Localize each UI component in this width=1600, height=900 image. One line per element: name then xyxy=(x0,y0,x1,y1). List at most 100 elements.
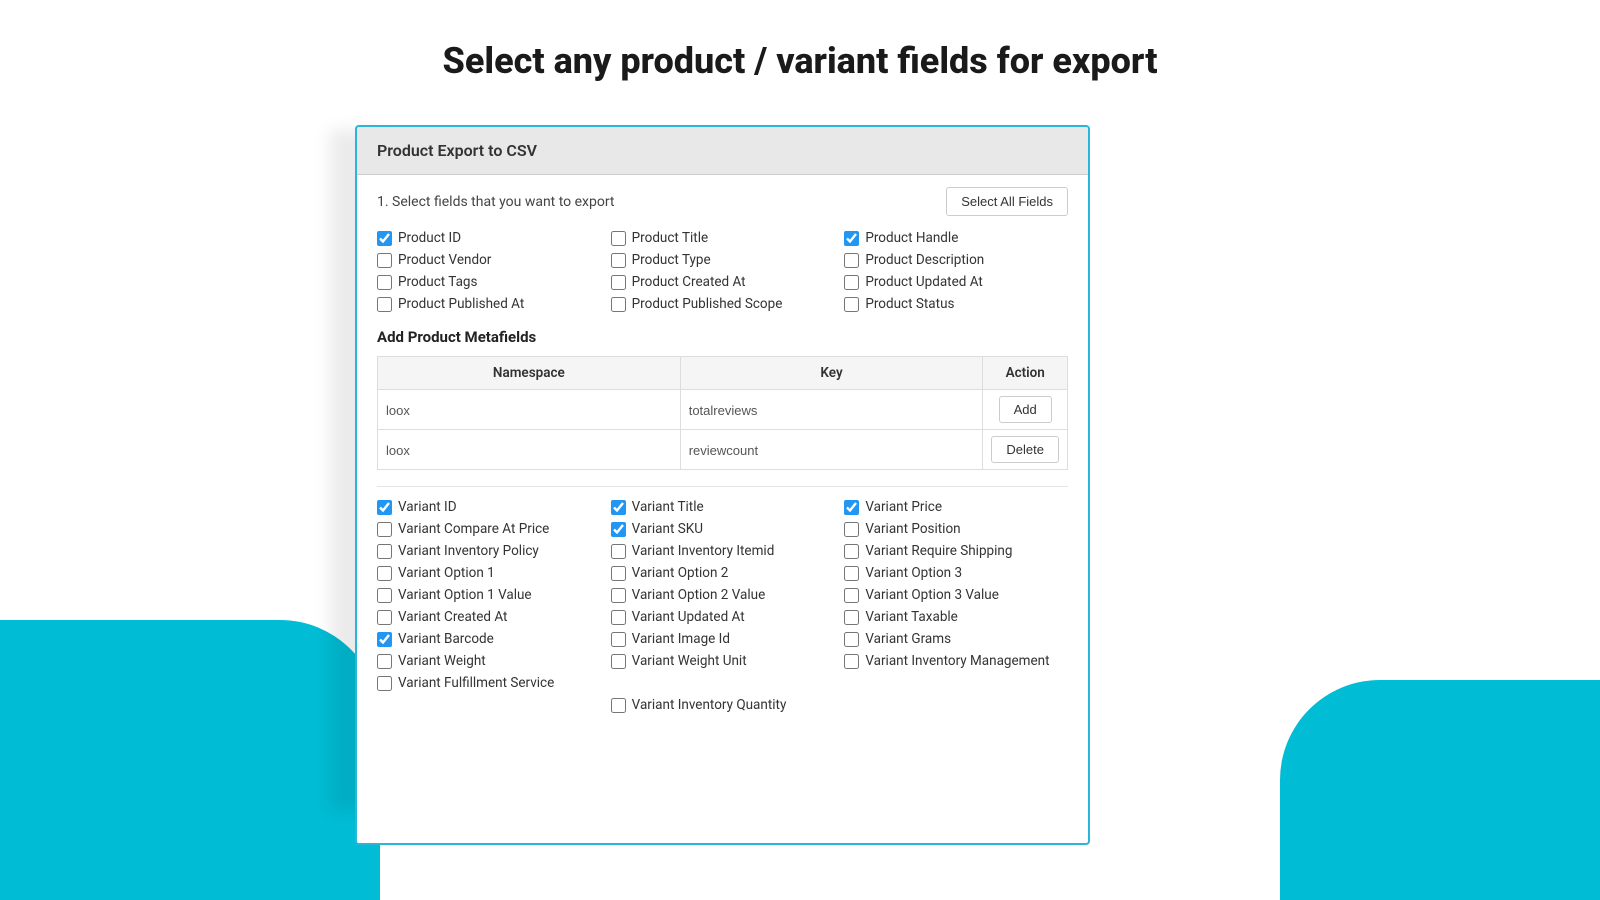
product-field-product_published_at: Product Published At xyxy=(377,296,601,312)
namespace-input-0[interactable] xyxy=(386,403,672,418)
checkbox-variant_barcode[interactable] xyxy=(377,632,392,647)
namespace-input-1[interactable] xyxy=(386,443,672,458)
label-product_vendor: Product Vendor xyxy=(398,252,491,268)
section-label: 1. Select fields that you want to export xyxy=(377,194,615,210)
checkbox-variant_inventory_policy[interactable] xyxy=(377,544,392,559)
checkbox-variant_option1[interactable] xyxy=(377,566,392,581)
checkbox-variant_weight_unit[interactable] xyxy=(611,654,626,669)
add-metafield-button-0[interactable]: Add xyxy=(999,396,1052,423)
label-variant_inventory_management: Variant Inventory Management xyxy=(865,653,1049,669)
checkbox-product_tags[interactable] xyxy=(377,275,392,290)
checkbox-variant_option2_value[interactable] xyxy=(611,588,626,603)
variant-field-variant_sku: Variant SKU xyxy=(611,521,835,537)
checkbox-variant_option1_value[interactable] xyxy=(377,588,392,603)
checkbox-variant_id[interactable] xyxy=(377,500,392,515)
product-field-product_id: Product ID xyxy=(377,230,601,246)
variant-field-variant_inventory_quantity: Variant Inventory Quantity xyxy=(611,697,835,713)
variant-field-variant_compare_at_price: Variant Compare At Price xyxy=(377,521,601,537)
checkbox-product_type[interactable] xyxy=(611,253,626,268)
label-variant_weight: Variant Weight xyxy=(398,653,486,669)
select-all-button[interactable]: Select All Fields xyxy=(946,187,1068,216)
label-variant_option3: Variant Option 3 xyxy=(865,565,962,581)
label-product_tags: Product Tags xyxy=(398,274,477,290)
key-input-0[interactable] xyxy=(689,403,975,418)
label-product_status: Product Status xyxy=(865,296,954,312)
checkbox-product_handle[interactable] xyxy=(844,231,859,246)
checkbox-product_published_at[interactable] xyxy=(377,297,392,312)
checkbox-product_updated_at[interactable] xyxy=(844,275,859,290)
label-variant_weight_unit: Variant Weight Unit xyxy=(632,653,747,669)
variant-field-variant_position: Variant Position xyxy=(844,521,1068,537)
variant-field-variant_id: Variant ID xyxy=(377,499,601,515)
label-variant_created_at: Variant Created At xyxy=(398,609,507,625)
card-body: 1. Select fields that you want to export… xyxy=(357,175,1088,843)
checkbox-variant_created_at[interactable] xyxy=(377,610,392,625)
checkbox-variant_inventory_itemid[interactable] xyxy=(611,544,626,559)
checkbox-product_created_at[interactable] xyxy=(611,275,626,290)
label-variant_inventory_quantity: Variant Inventory Quantity xyxy=(632,697,787,713)
checkbox-variant_fulfillment_service[interactable] xyxy=(377,676,392,691)
label-variant_sku: Variant SKU xyxy=(632,521,703,537)
product-field-product_handle: Product Handle xyxy=(844,230,1068,246)
checkbox-variant_grams[interactable] xyxy=(844,632,859,647)
variant-field-variant_price: Variant Price xyxy=(844,499,1068,515)
variant-field-variant_weight: Variant Weight xyxy=(377,653,601,669)
action-col-header: Action xyxy=(983,357,1068,390)
variant-field-variant_weight_unit: Variant Weight Unit xyxy=(611,653,835,669)
checkbox-variant_taxable[interactable] xyxy=(844,610,859,625)
key-input-1[interactable] xyxy=(689,443,975,458)
checkbox-variant_option2[interactable] xyxy=(611,566,626,581)
label-product_type: Product Type xyxy=(632,252,711,268)
product-field-product_created_at: Product Created At xyxy=(611,274,835,290)
variant-field-variant_inventory_management: Variant Inventory Management xyxy=(844,653,1068,669)
checkbox-variant_inventory_management[interactable] xyxy=(844,654,859,669)
checkbox-variant_weight[interactable] xyxy=(377,654,392,669)
variant-field-variant_created_at: Variant Created At xyxy=(377,609,601,625)
checkbox-variant_position[interactable] xyxy=(844,522,859,537)
variant-field-variant_inventory_policy: Variant Inventory Policy xyxy=(377,543,601,559)
label-product_handle: Product Handle xyxy=(865,230,958,246)
checkbox-variant_compare_at_price[interactable] xyxy=(377,522,392,537)
checkbox-product_published_scope[interactable] xyxy=(611,297,626,312)
product-field-product_published_scope: Product Published Scope xyxy=(611,296,835,312)
label-product_created_at: Product Created At xyxy=(632,274,746,290)
product-field-product_vendor: Product Vendor xyxy=(377,252,601,268)
label-variant_inventory_policy: Variant Inventory Policy xyxy=(398,543,539,559)
product-field-product_tags: Product Tags xyxy=(377,274,601,290)
label-product_description: Product Description xyxy=(865,252,984,268)
delete-metafield-button-1[interactable]: Delete xyxy=(991,436,1059,463)
checkbox-product_id[interactable] xyxy=(377,231,392,246)
variant-field-variant_grams: Variant Grams xyxy=(844,631,1068,647)
checkbox-product_status[interactable] xyxy=(844,297,859,312)
metafield-row-1: Delete xyxy=(378,430,1068,470)
checkbox-variant_inventory_quantity[interactable] xyxy=(611,698,626,713)
checkbox-variant_price[interactable] xyxy=(844,500,859,515)
checkbox-product_description[interactable] xyxy=(844,253,859,268)
variant-field-variant_fulfillment_service: Variant Fulfillment Service xyxy=(377,675,601,691)
checkbox-variant_image_id[interactable] xyxy=(611,632,626,647)
label-variant_price: Variant Price xyxy=(865,499,942,515)
checkbox-variant_option3_value[interactable] xyxy=(844,588,859,603)
checkbox-variant_title[interactable] xyxy=(611,500,626,515)
checkbox-product_title[interactable] xyxy=(611,231,626,246)
label-variant_option1: Variant Option 1 xyxy=(398,565,495,581)
blue-decoration-right xyxy=(1280,680,1600,900)
label-product_published_scope: Product Published Scope xyxy=(632,296,783,312)
label-variant_updated_at: Variant Updated At xyxy=(632,609,745,625)
checkbox-variant_updated_at[interactable] xyxy=(611,610,626,625)
variant-field-variant_option3: Variant Option 3 xyxy=(844,565,1068,581)
product-field-product_title: Product Title xyxy=(611,230,835,246)
checkbox-product_vendor[interactable] xyxy=(377,253,392,268)
variant-field-variant_image_id: Variant Image Id xyxy=(611,631,835,647)
label-variant_option2: Variant Option 2 xyxy=(632,565,729,581)
product-field-product_type: Product Type xyxy=(611,252,835,268)
variant-field-variant_option2_value: Variant Option 2 Value xyxy=(611,587,835,603)
checkbox-variant_option3[interactable] xyxy=(844,566,859,581)
label-variant_inventory_itemid: Variant Inventory Itemid xyxy=(632,543,775,559)
product-fields-grid: Product ID Product Title Product Handle Pro… xyxy=(377,230,1068,312)
card-header: Product Export to CSV xyxy=(357,127,1088,175)
variant-field-variant_option2: Variant Option 2 xyxy=(611,565,835,581)
metafields-table: Namespace Key Action AddDelete xyxy=(377,356,1068,470)
checkbox-variant_require_shipping[interactable] xyxy=(844,544,859,559)
checkbox-variant_sku[interactable] xyxy=(611,522,626,537)
